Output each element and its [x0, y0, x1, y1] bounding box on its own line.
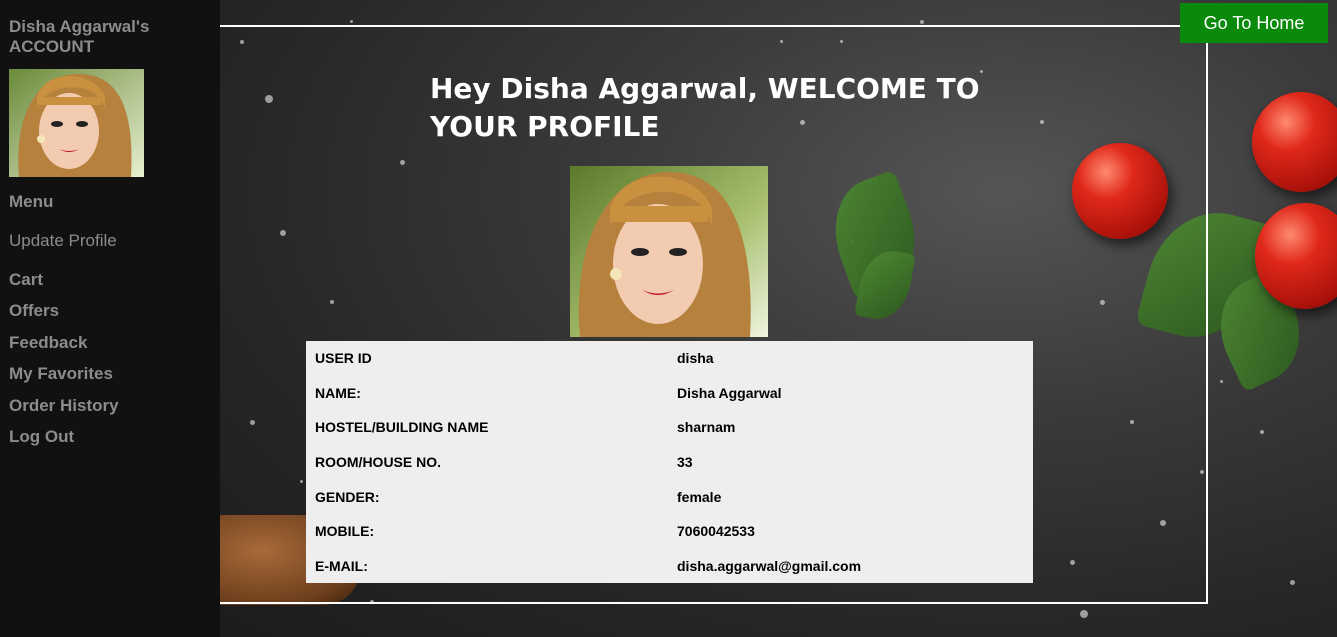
table-row: MOBILE: 7060042533 — [306, 514, 1033, 549]
row-value: 7060042533 — [677, 523, 755, 540]
sidebar-item-order-history[interactable]: Order History — [9, 396, 119, 416]
row-label: E-MAIL: — [315, 557, 368, 574]
welcome-heading: Hey Disha Aggarwal, WELCOME TO YOUR PROF… — [430, 72, 980, 143]
go-to-home-button[interactable]: Go To Home — [1180, 3, 1328, 43]
sidebar-item-offers[interactable]: Offers — [9, 301, 59, 321]
table-row: GENDER: female — [306, 479, 1033, 514]
row-value: 33 — [677, 453, 693, 470]
account-title: Disha Aggarwal's ACCOUNT — [9, 17, 150, 56]
row-value: Disha Aggarwal — [677, 384, 782, 401]
menu-heading: Menu — [9, 192, 54, 211]
table-row: E-MAIL: disha.aggarwal@gmail.com — [306, 548, 1033, 583]
sidebar-item-log-out[interactable]: Log Out — [9, 427, 74, 447]
table-row: HOSTEL/BUILDING NAME sharnam — [306, 410, 1033, 445]
row-label: MOBILE: — [315, 523, 375, 540]
row-value: disha — [677, 350, 714, 367]
sidebar-item-feedback[interactable]: Feedback — [9, 333, 87, 353]
sidebar-item-cart[interactable]: Cart — [9, 270, 43, 290]
table-row: ROOM/HOUSE NO. 33 — [306, 445, 1033, 480]
row-label: GENDER: — [315, 488, 380, 505]
row-value: sharnam — [677, 419, 736, 436]
row-value: disha.aggarwal@gmail.com — [677, 557, 862, 574]
sidebar-item-my-favorites[interactable]: My Favorites — [9, 364, 113, 384]
table-row: NAME: Disha Aggarwal — [306, 376, 1033, 411]
sidebar-item-update-profile[interactable]: Update Profile — [9, 231, 117, 251]
row-label: NAME: — [315, 384, 361, 401]
row-label: HOSTEL/BUILDING NAME — [315, 419, 489, 436]
row-value: female — [677, 488, 722, 505]
table-row: USER ID disha — [306, 341, 1033, 376]
profile-photo-large — [570, 166, 768, 337]
profile-photo-small — [9, 69, 144, 177]
row-label: ROOM/HOUSE NO. — [315, 453, 442, 470]
sidebar: Disha Aggarwal's ACCOUNT Menu Update Pro… — [0, 0, 220, 637]
profile-details-table: USER ID disha NAME: Disha Aggarwal HOSTE… — [306, 341, 1033, 583]
row-label: USER ID — [315, 350, 372, 367]
